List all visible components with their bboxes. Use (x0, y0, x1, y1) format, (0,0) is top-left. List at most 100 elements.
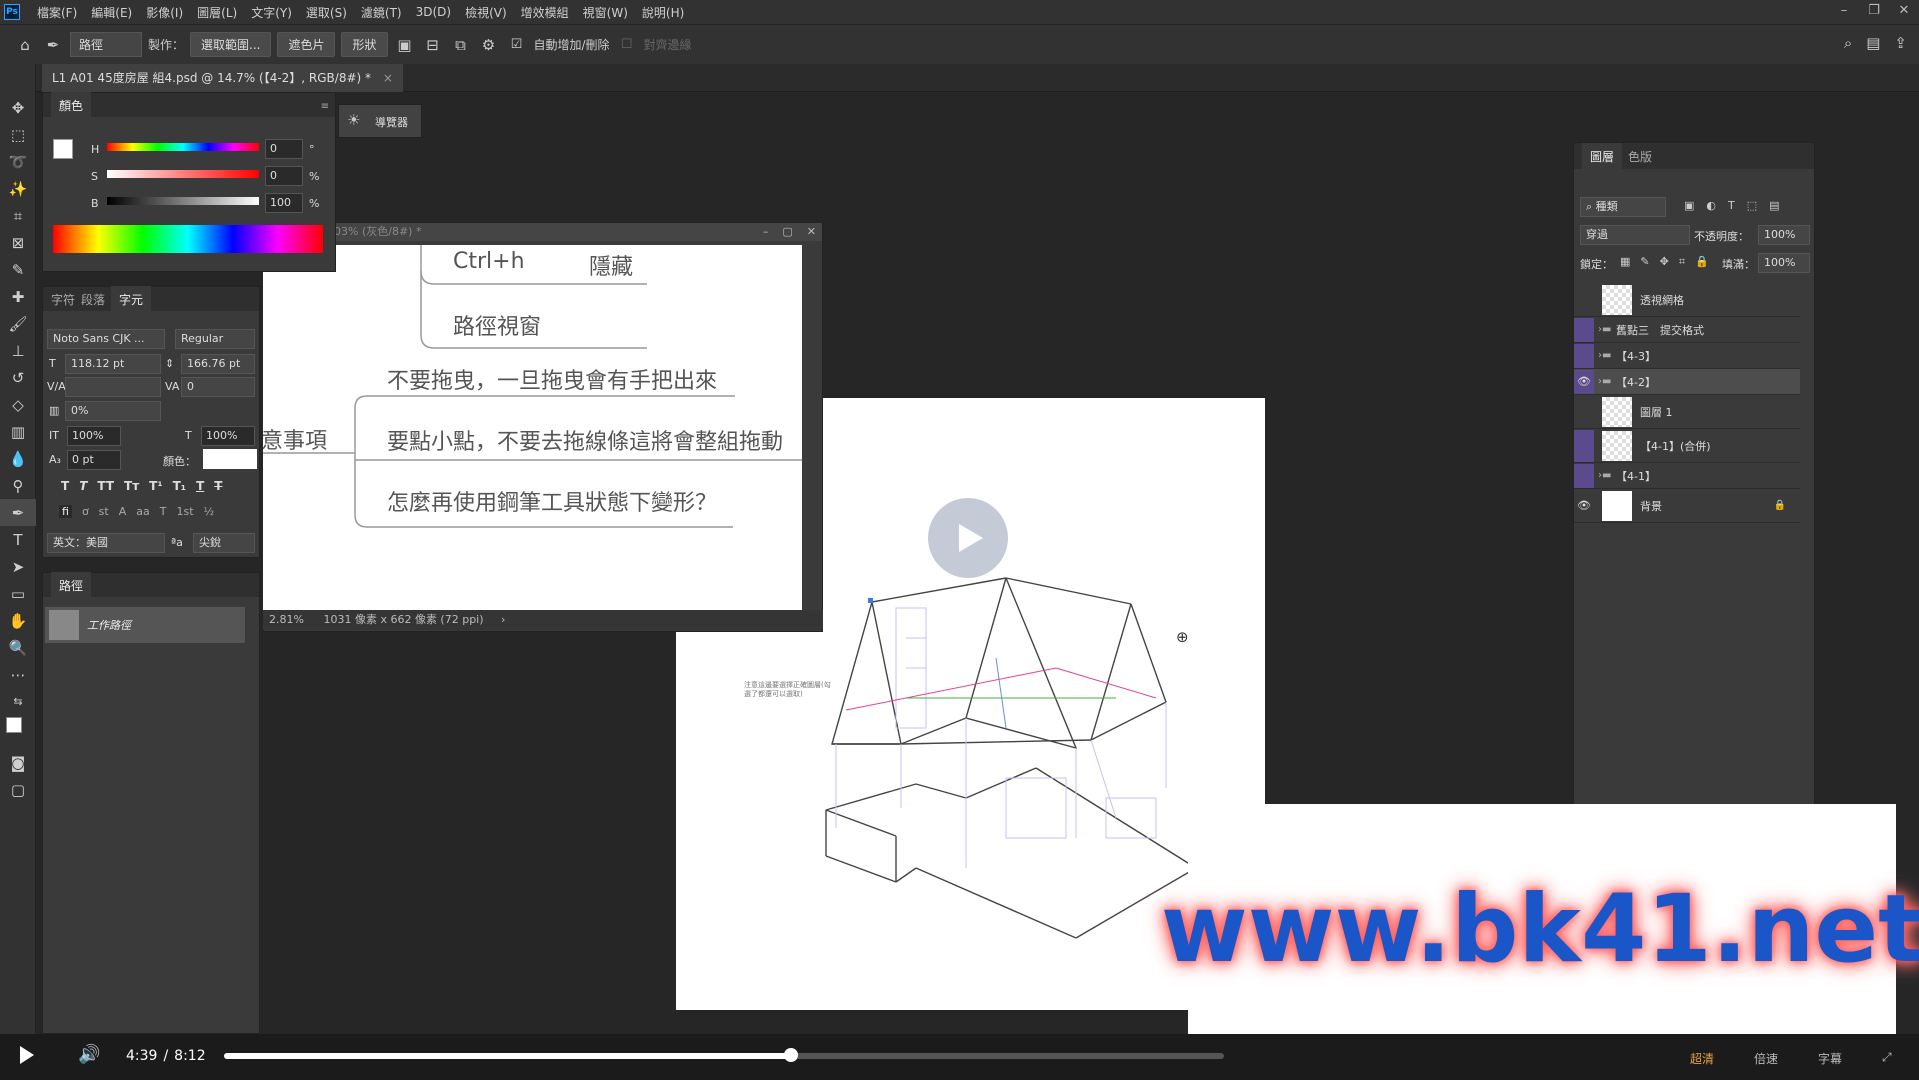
fractions-button[interactable]: ½ (204, 505, 215, 518)
type-tool-icon[interactable]: T (0, 526, 36, 553)
menu-edit[interactable]: 編輯(E) (84, 4, 139, 21)
menu-layer[interactable]: 圖層(L) (190, 4, 244, 21)
panel-menu-icon[interactable]: ≡ (321, 101, 329, 112)
magic-wand-tool-icon[interactable]: ✨ (0, 175, 36, 202)
folder-icon[interactable]: ›▬ (1598, 324, 1612, 335)
language-select[interactable]: 英文：美國 (47, 533, 165, 553)
saturation-input[interactable]: 0 (265, 166, 303, 186)
filter-type-icon[interactable]: T (1728, 199, 1735, 212)
vertical-scale-input[interactable]: 100% (67, 426, 121, 446)
pen-mode-select[interactable]: 路徑 (70, 32, 142, 57)
stylistic-alternates-button[interactable]: aa (136, 505, 149, 518)
doc-minimize-icon[interactable]: – (763, 223, 769, 241)
menu-image[interactable]: 影像(I) (139, 4, 190, 21)
foreground-color-swatch[interactable] (6, 717, 22, 733)
ligatures-button[interactable]: fi (59, 505, 72, 518)
quick-mask-icon[interactable]: ◙ (0, 749, 36, 776)
menu-file[interactable]: 檔案(F) (30, 4, 84, 21)
gear-icon[interactable]: ⚙ (478, 36, 500, 54)
speed-button[interactable]: 倍速 (1754, 1050, 1778, 1067)
path-arrangement-icon[interactable]: ⧉ (450, 36, 472, 54)
faux-bold-button[interactable]: T (61, 479, 69, 493)
doc-close-icon[interactable]: ✕ (807, 223, 816, 241)
history-brush-tool-icon[interactable]: ↺ (0, 364, 36, 391)
menu-select[interactable]: 選取(S) (299, 4, 354, 21)
layer-row[interactable]: ›▬ 【4-3】 (1574, 343, 1800, 369)
brightness-slider[interactable] (107, 197, 259, 205)
leading-select[interactable]: 166.76 pt (181, 354, 255, 374)
tab-paragraph[interactable]: 段落 (81, 291, 105, 308)
old-style-button[interactable]: ơ (82, 505, 89, 518)
document-tab[interactable]: L1 A01 45度房屋 組4.psd @ 14.7% (【4-2】, RGB/… (42, 64, 403, 92)
menu-3d[interactable]: 3D(D) (409, 5, 458, 19)
menu-type[interactable]: 文字(Y) (244, 4, 299, 21)
layer-filter-select[interactable]: ⌕ 種類 (1580, 197, 1666, 217)
tab-layers[interactable]: 圖層 (1582, 142, 1623, 170)
more-tools-icon[interactable]: ⋯ (0, 661, 36, 688)
hue-input[interactable]: 0 (265, 139, 303, 159)
layer-row[interactable]: ›▬ 【4-1】 (1574, 463, 1800, 489)
text-color-swatch[interactable] (203, 449, 257, 469)
tsume-select[interactable]: 0% (65, 401, 161, 421)
blend-mode-select[interactable]: 穿過 (1580, 225, 1690, 245)
pen-tool-icon[interactable]: ✒ (0, 499, 36, 526)
paths-panel-tab[interactable]: 路徑 (51, 571, 92, 599)
selection-button[interactable]: 選取範圍... (190, 32, 272, 57)
visibility-eye-icon[interactable]: 👁 (1574, 490, 1594, 522)
zoom-tool-icon[interactable]: 🔍 (0, 634, 36, 661)
antialias-select[interactable]: 尖銳 (193, 533, 255, 553)
menu-filter[interactable]: 濾鏡(T) (354, 4, 409, 21)
font-family-select[interactable]: Noto Sans CJK ... (47, 329, 165, 349)
baseline-shift-input[interactable]: 0 pt (67, 450, 121, 470)
lock-position-icon[interactable]: ✥ (1660, 255, 1669, 269)
rectangle-tool-icon[interactable]: ▭ (0, 580, 36, 607)
underline-button[interactable]: T (196, 479, 204, 493)
faux-italic-button[interactable]: T (79, 479, 87, 493)
swap-colors-icon[interactable]: ⇆ (0, 688, 36, 715)
filter-smart-object-icon[interactable]: ▤ (1769, 199, 1779, 212)
subscript-button[interactable]: T₁ (173, 479, 186, 493)
auto-add-checkbox[interactable]: ☑ (506, 37, 528, 52)
visibility-toggle[interactable] (1574, 463, 1594, 488)
volume-icon[interactable]: 🔊 (78, 1044, 100, 1065)
folder-icon[interactable]: ›▬ (1598, 376, 1612, 387)
path-alignment-icon[interactable]: ⊟ (422, 36, 444, 54)
zoom-level[interactable]: 2.81% (263, 613, 310, 626)
minimize-icon[interactable]: – (1829, 0, 1859, 24)
mask-button[interactable]: 遮色片 (277, 32, 336, 57)
restore-icon[interactable]: ❐ (1859, 0, 1889, 24)
all-caps-button[interactable]: TT (97, 479, 114, 493)
filter-adjustment-icon[interactable]: ◐ (1706, 199, 1716, 212)
fg-color-swatch[interactable] (53, 139, 73, 159)
shape-button[interactable]: 形狀 (341, 32, 388, 57)
titling-alternates-button[interactable]: T (160, 505, 167, 518)
lock-transparent-icon[interactable]: ▦ (1620, 255, 1630, 269)
path-selection-tool-icon[interactable]: ➤ (0, 553, 36, 580)
gradient-tool-icon[interactable]: ▥ (0, 418, 36, 445)
brush-tool-icon[interactable]: 🖌 (0, 310, 36, 337)
hand-tool-icon[interactable]: ✋ (0, 607, 36, 634)
tab-channels[interactable]: 色版 (1628, 148, 1652, 165)
move-tool-icon[interactable]: ✥ (0, 94, 36, 121)
strikethrough-button[interactable]: T (214, 479, 222, 493)
align-edges-checkbox[interactable]: ☐ (616, 37, 638, 52)
visibility-toggle[interactable] (1574, 317, 1594, 342)
layer-row[interactable]: ›▬ 舊點三 提交格式 (1574, 317, 1800, 343)
home-icon[interactable]: ⌂ (14, 36, 36, 54)
swash-button[interactable]: A (119, 505, 127, 518)
close-icon[interactable]: ✕ (1889, 0, 1919, 24)
eyedropper-tool-icon[interactable]: ✎ (0, 256, 36, 283)
close-tab-icon[interactable]: × (383, 71, 393, 85)
opacity-input[interactable]: 100% (1758, 225, 1810, 245)
path-operations-icon[interactable]: ▣ (394, 36, 416, 54)
stamp-tool-icon[interactable]: ⊥ (0, 337, 36, 364)
layer-row[interactable]: 👁 背景 🔒 (1574, 489, 1800, 523)
lock-pixels-icon[interactable]: ✎ (1640, 255, 1649, 269)
work-path-item[interactable]: 工作路徑 (45, 607, 245, 643)
video-play-button[interactable] (20, 1046, 34, 1064)
share-icon[interactable]: ⇪ (1894, 34, 1907, 52)
healing-tool-icon[interactable]: ✚ (0, 283, 36, 310)
color-swatches[interactable] (0, 715, 36, 749)
status-more-icon[interactable]: › (501, 613, 505, 626)
crop-tool-icon[interactable]: ⌗ (0, 202, 36, 229)
